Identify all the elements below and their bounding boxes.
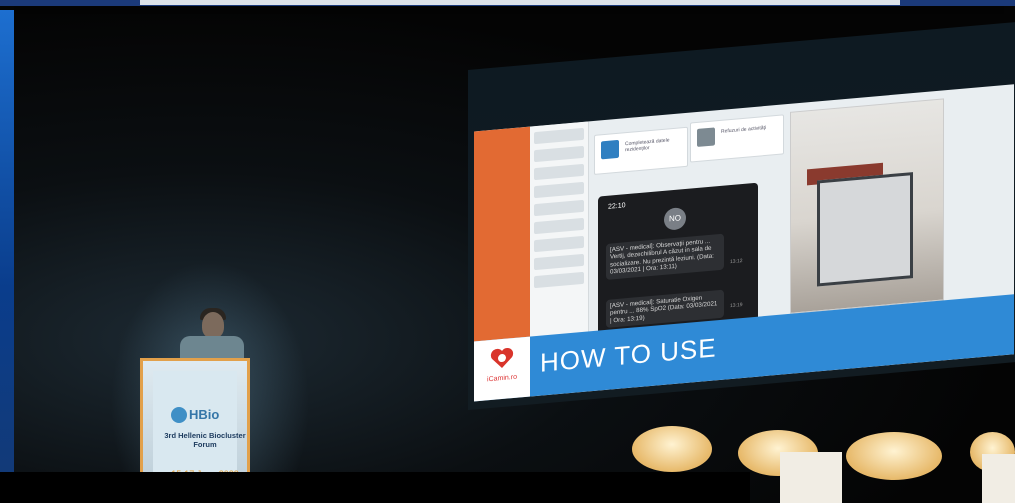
sidebar-item	[534, 181, 584, 199]
refusals-card: Refuzuri de activităţi	[690, 114, 784, 163]
sidebar-item	[534, 127, 584, 145]
refusals-icon	[697, 127, 715, 147]
icamin-logo: iCamin.ro	[474, 336, 530, 402]
bottom-black-bar	[0, 472, 750, 503]
message-time: 13:12	[730, 257, 743, 266]
sidebar-item	[534, 235, 584, 253]
message-bubble: [ASV - medical]: Observații pentru ... V…	[606, 233, 724, 280]
top-light-strip	[140, 0, 900, 5]
residents-card: Completează datele rezidenților	[594, 126, 688, 175]
speaker-head	[202, 312, 224, 338]
contact-avatar: NO	[664, 206, 686, 231]
sidebar-item	[534, 253, 584, 271]
residents-card-label: Completează datele rezidenților	[625, 137, 670, 154]
ceiling-shadow	[14, 6, 1004, 14]
presentation-slide: Completează datele rezidenților Refuzuri…	[474, 84, 1014, 402]
sidebar-item	[534, 271, 584, 289]
side-table	[780, 452, 842, 503]
podium-panel: HBio 3rd Hellenic Biocluster Forum 15-17…	[153, 371, 246, 479]
cart-photo	[790, 98, 944, 314]
message-time: 13:19	[730, 301, 743, 310]
logo-text: iCamin.ro	[487, 373, 517, 384]
sidebar-item	[534, 217, 584, 235]
chair	[632, 426, 712, 472]
projection-screen: Completează datele rezidenților Refuzuri…	[468, 22, 1015, 410]
sidebar-item	[534, 145, 584, 163]
side-table	[982, 454, 1015, 503]
medical-cart	[817, 172, 913, 287]
podium: HBio 3rd Hellenic Biocluster Forum 15-17…	[140, 358, 250, 481]
refusals-card-label: Refuzuri de activităţi	[721, 124, 767, 135]
slide-sidebar	[530, 121, 589, 337]
sidebar-item	[534, 199, 584, 217]
left-banner	[0, 10, 14, 472]
conference-photo: Completează datele rezidenților Refuzuri…	[0, 0, 1015, 503]
heart-icon	[490, 347, 514, 369]
hbio-logo-icon	[171, 407, 187, 423]
residents-icon	[601, 139, 619, 160]
sidebar-item	[534, 163, 584, 181]
podium-title: 3rd Hellenic Biocluster Forum	[164, 431, 246, 449]
chair	[846, 432, 942, 480]
slide-accent-bar	[474, 126, 530, 342]
phone-time: 22:10	[608, 202, 626, 211]
podium-brand: HBio	[189, 407, 220, 422]
